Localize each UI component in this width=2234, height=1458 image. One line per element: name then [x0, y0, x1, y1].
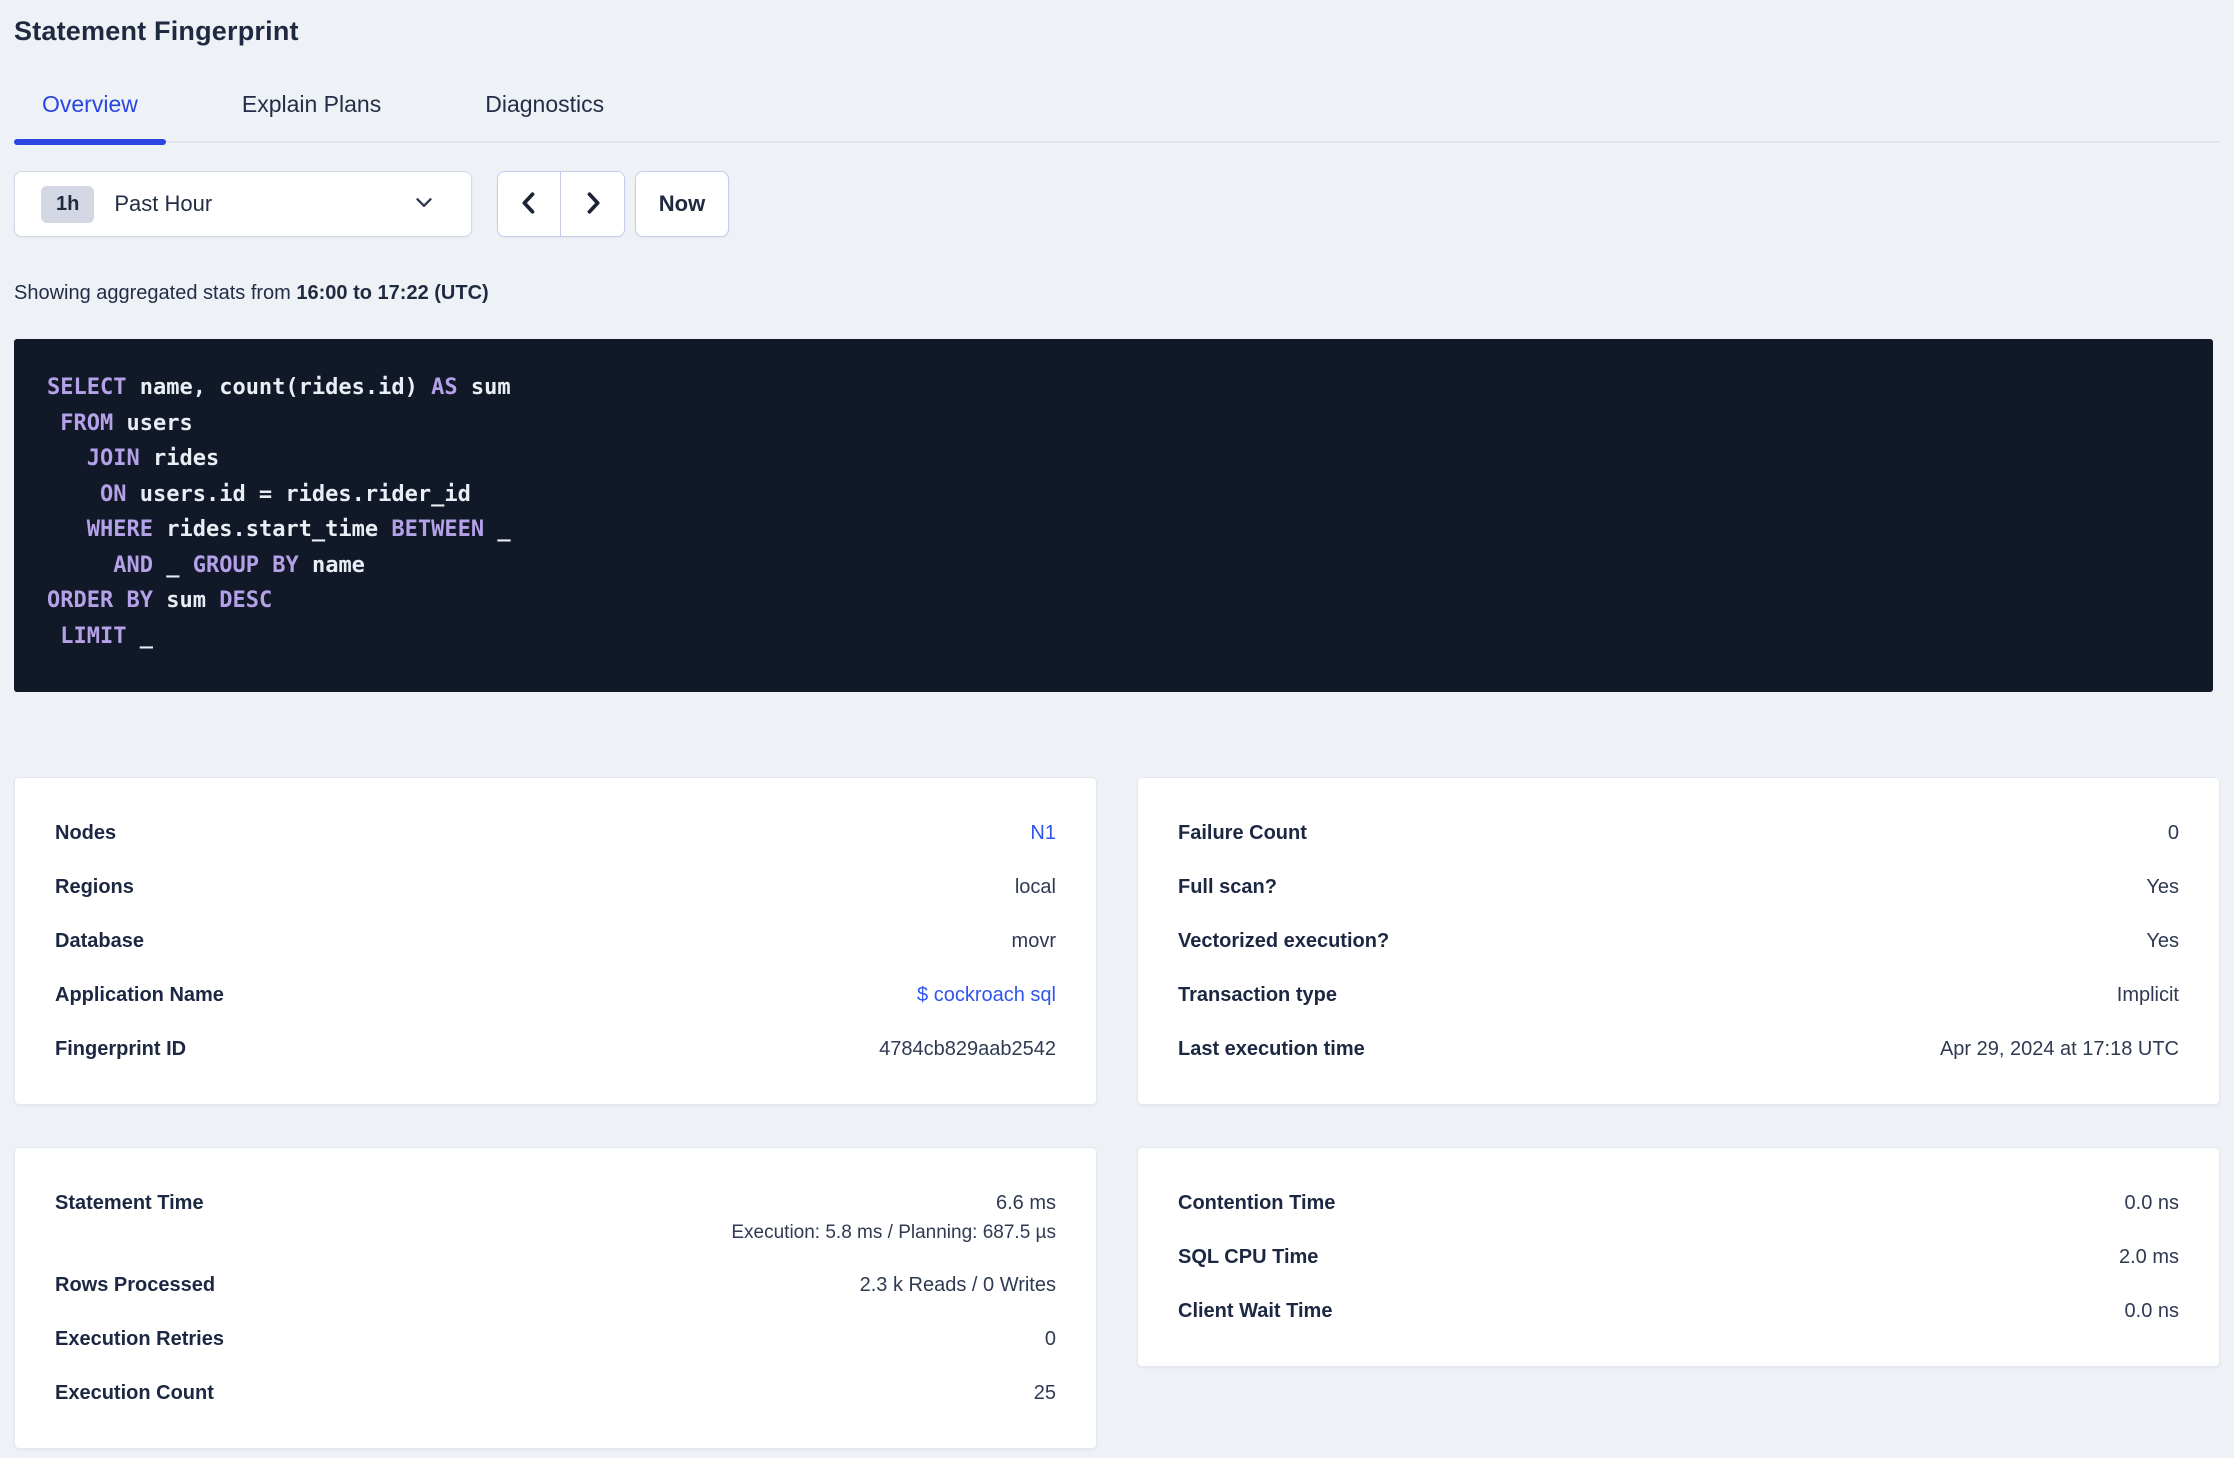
info-value-wrap: Yes	[2146, 876, 2179, 899]
interval-step-buttons	[497, 171, 625, 237]
info-label: Execution Retries	[55, 1327, 224, 1350]
aggregation-note: Showing aggregated stats from 16:00 to 1…	[14, 282, 2220, 305]
wait-times-card: Contention Time 0.0 ns SQL CPU Time 2.0 ms C…	[1137, 1147, 2220, 1367]
info-label: Application Name	[55, 983, 224, 1006]
info-value-wrap: Yes	[2146, 930, 2179, 953]
info-value-wrap: local	[1015, 876, 1056, 899]
info-label: SQL CPU Time	[1178, 1245, 1319, 1268]
info-row: Vectorized execution? Yes	[1178, 914, 2179, 968]
tab-explain-plans[interactable]: Explain Plans	[214, 91, 409, 141]
info-value: 25	[1033, 1381, 1056, 1404]
info-value: 2.3 k Reads / 0 Writes	[859, 1273, 1056, 1296]
info-value: 0	[2167, 821, 2179, 844]
page-title: Statement Fingerprint	[14, 16, 299, 46]
info-subvalue: Execution: 5.8 ms / Planning: 687.5 µs	[731, 1222, 1056, 1243]
info-value-wrap: 0.0 ns	[2125, 1192, 2179, 1215]
info-value-wrap: 6.6 ms Execution: 5.8 ms / Planning: 687.…	[731, 1189, 1056, 1245]
tab-overview[interactable]: Overview	[14, 91, 166, 145]
info-label: Last execution time	[1178, 1037, 1365, 1060]
info-row: Transaction type Implicit	[1178, 968, 2179, 1022]
info-value-link[interactable]: $ cockroach sql	[917, 984, 1056, 1006]
statement-times-card: Statement Time 6.6 ms Execution: 5.8 ms / …	[14, 1147, 1097, 1449]
tab-diagnostics[interactable]: Diagnostics	[457, 91, 632, 141]
info-row: Rows Processed 2.3 k Reads / 0 Writes	[55, 1258, 1056, 1312]
info-value-wrap: 0	[2168, 822, 2179, 845]
info-value: Yes	[2146, 875, 2179, 898]
info-row: Execution Retries 0	[55, 1312, 1056, 1366]
info-label: Failure Count	[1178, 821, 1307, 844]
interval-label: Past Hour	[114, 191, 213, 216]
info-label: Statement Time	[55, 1192, 204, 1214]
info-row: Statement Time 6.6 ms Execution: 5.8 ms / …	[55, 1176, 1056, 1258]
info-label: Regions	[55, 875, 134, 898]
next-interval-button[interactable]	[561, 172, 624, 236]
info-row: Contention Time 0.0 ns	[1178, 1176, 2179, 1230]
time-interval-dropdown[interactable]: 1h Past Hour	[14, 171, 472, 237]
info-value-wrap: Implicit	[2117, 984, 2179, 1007]
chevron-down-icon	[411, 189, 437, 220]
now-button[interactable]: Now	[635, 171, 729, 237]
info-label: Full scan?	[1178, 875, 1277, 898]
info-value-wrap: Apr 29, 2024 at 17:18 UTC	[1940, 1038, 2179, 1061]
info-value: Apr 29, 2024 at 17:18 UTC	[1939, 1037, 2179, 1060]
info-value-wrap: 0.0 ns	[2125, 1300, 2179, 1323]
info-label: Transaction type	[1178, 983, 1337, 1006]
info-value: Implicit	[2116, 983, 2179, 1006]
info-value: 0.0 ns	[2124, 1299, 2179, 1322]
info-row: Regions local	[55, 860, 1056, 914]
info-value: local	[1014, 875, 1056, 898]
info-value-link[interactable]: N1	[1030, 822, 1056, 844]
info-value: 0	[1044, 1327, 1056, 1350]
info-row: Client Wait Time 0.0 ns	[1178, 1284, 2179, 1338]
info-label: Nodes	[55, 821, 117, 844]
info-value-wrap: movr	[1012, 930, 1056, 953]
info-value: Yes	[2146, 929, 2179, 952]
info-value-wrap: 25	[1034, 1382, 1056, 1405]
info-row: Full scan? Yes	[1178, 860, 2179, 914]
summary-cards: Nodes N1 Regions local Database movr Applicati…	[14, 777, 2220, 1449]
info-value: movr	[1011, 929, 1056, 952]
aggregation-note-prefix: Showing aggregated stats from	[14, 282, 297, 304]
time-controls: 1h Past Hour Now	[14, 171, 2220, 237]
info-value-wrap: 2.0 ms	[2119, 1246, 2179, 1269]
info-row: Application Name $ cockroach sql	[55, 968, 1056, 1022]
info-label: Execution Count	[55, 1381, 214, 1404]
chevron-left-icon	[515, 189, 543, 220]
info-value-wrap: 2.3 k Reads / 0 Writes	[860, 1274, 1056, 1297]
info-row: Execution Count 25	[55, 1366, 1056, 1420]
info-label: Rows Processed	[55, 1273, 216, 1296]
info-label: Client Wait Time	[1178, 1299, 1333, 1322]
statement-details-card: Nodes N1 Regions local Database movr Applicati…	[14, 777, 1097, 1105]
info-value: 2.0 ms	[2118, 1245, 2179, 1268]
tab-bar: Overview Explain Plans Diagnostics	[14, 91, 2220, 145]
info-row: SQL CPU Time 2.0 ms	[1178, 1230, 2179, 1284]
execution-attributes-card: Failure Count 0 Full scan? Yes Vectorized ex…	[1137, 777, 2220, 1105]
info-row: Failure Count 0	[1178, 806, 2179, 860]
info-label: Vectorized execution?	[1178, 929, 1390, 952]
chevron-right-icon	[579, 189, 607, 220]
info-label: Contention Time	[1178, 1191, 1336, 1214]
info-row: Database movr	[55, 914, 1056, 968]
info-value-wrap: N1	[1030, 822, 1056, 845]
sql-statement: SELECT name, count(rides.id) AS sum FROM…	[47, 375, 511, 649]
info-label: Database	[55, 929, 144, 952]
info-label: Fingerprint ID	[55, 1037, 187, 1060]
prev-interval-button[interactable]	[498, 172, 561, 236]
info-row: Fingerprint ID 4784cb829aab2542	[55, 1022, 1056, 1076]
aggregation-note-range: 16:00 to 17:22 (UTC)	[296, 282, 489, 304]
info-value-wrap: 4784cb829aab2542	[879, 1038, 1056, 1061]
sql-statement-box: SELECT name, count(rides.id) AS sum FROM…	[14, 339, 2213, 692]
info-value-wrap: 0	[1045, 1328, 1056, 1351]
interval-badge: 1h	[41, 185, 95, 223]
info-row: Last execution time Apr 29, 2024 at 17:18…	[1178, 1022, 2179, 1076]
info-value: 6.6 ms	[995, 1192, 1056, 1214]
info-row: Nodes N1	[55, 806, 1056, 860]
info-value: 0.0 ns	[2124, 1191, 2179, 1214]
info-value-wrap: $ cockroach sql	[917, 984, 1056, 1007]
info-value: 4784cb829aab2542	[879, 1037, 1056, 1060]
